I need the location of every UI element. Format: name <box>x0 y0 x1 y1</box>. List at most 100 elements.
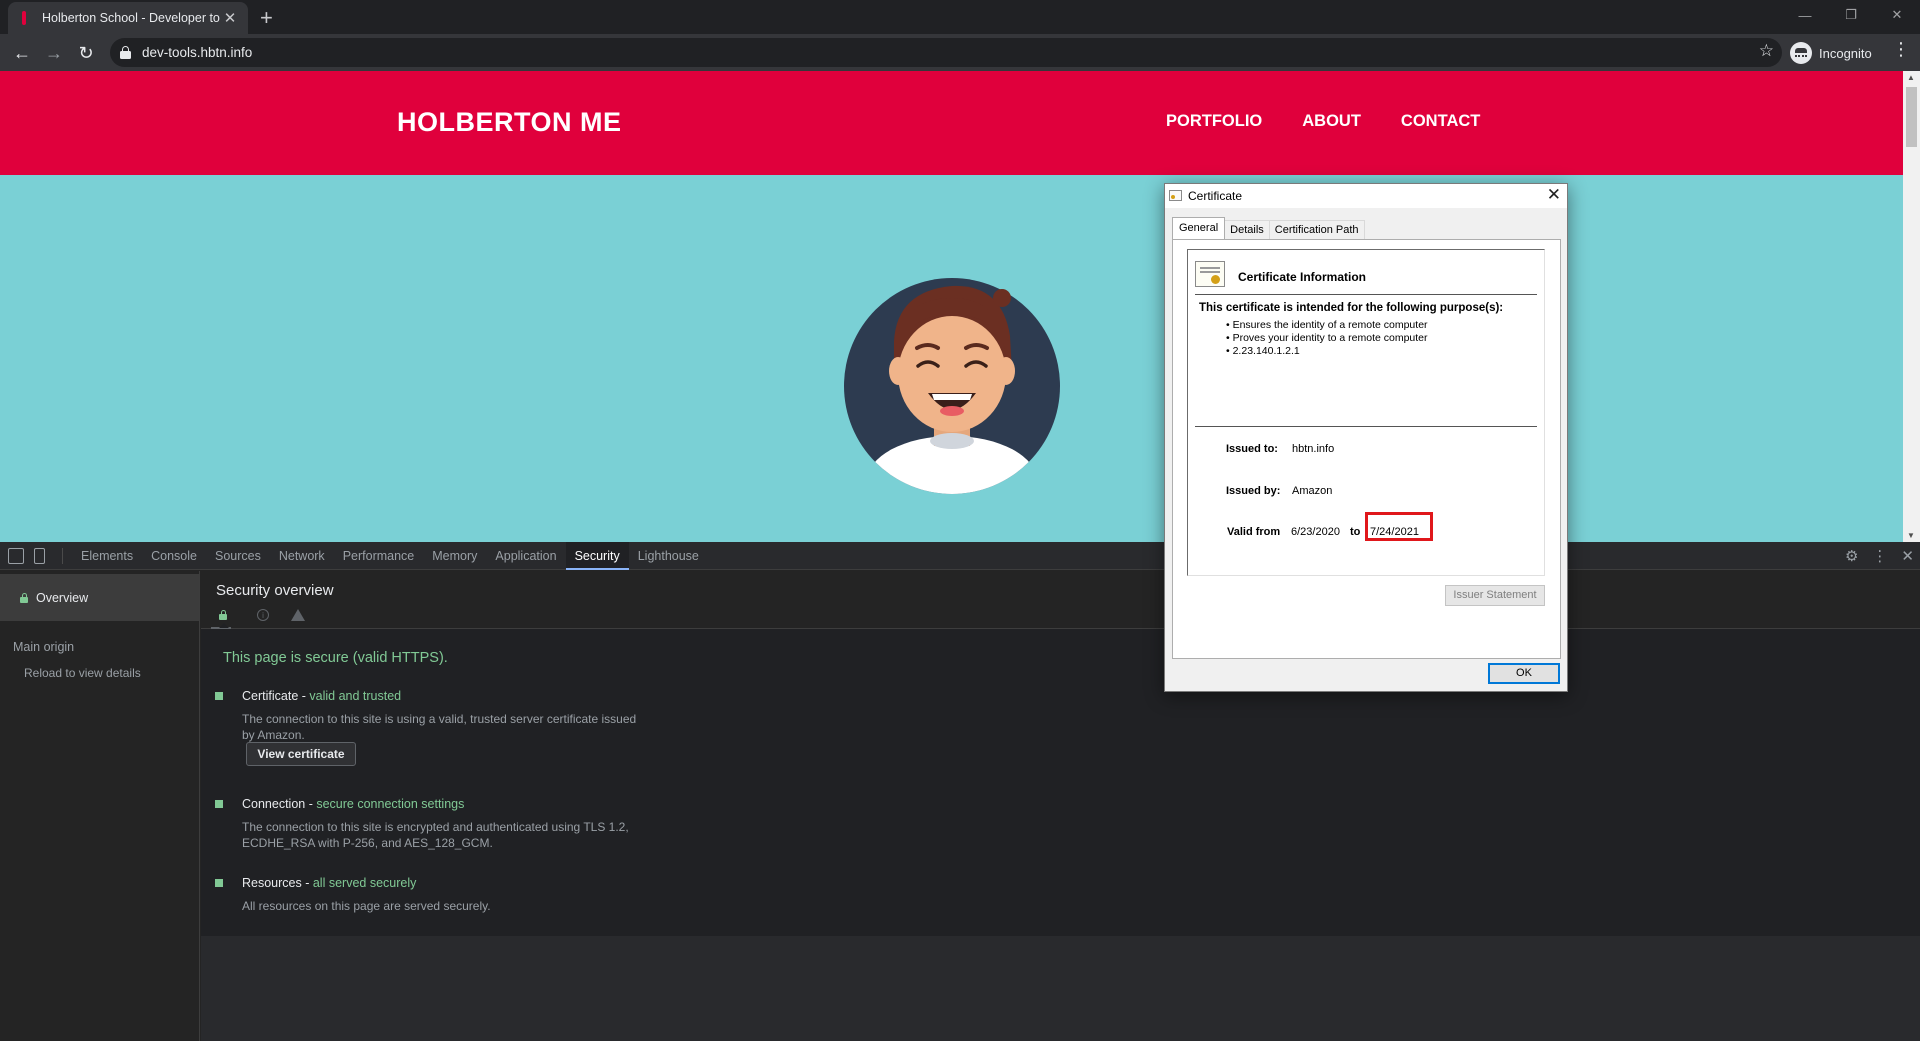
certificate-info-title: Certificate Information <box>1238 270 1367 284</box>
panel-empty-area <box>201 936 1920 1041</box>
tab-details[interactable]: Details <box>1224 220 1270 239</box>
browser-toolbar: ← → ↻ dev-tools.hbtn.info ☆ Incognito ⋮ <box>0 34 1920 71</box>
resources-description: All resources on this page are served se… <box>242 899 491 913</box>
sidebar-item-overview[interactable]: Overview <box>0 574 199 621</box>
tab-memory[interactable]: Memory <box>423 542 486 570</box>
incognito-icon <box>1790 42 1812 64</box>
list-item: • 2.23.140.1.2.1 <box>1226 345 1300 357</box>
certificate-description: The connection to this site is using a v… <box>242 712 637 742</box>
minimize-icon[interactable]: — <box>1782 0 1828 30</box>
page-title: Security overview <box>216 582 334 599</box>
site-nav: PORTFOLIO ABOUT CONTACT <box>1166 112 1480 131</box>
issued-by-label: Issued by: <box>1226 485 1281 497</box>
status-bullet <box>215 879 223 887</box>
tab-sources[interactable]: Sources <box>206 542 270 570</box>
incognito-label: Incognito <box>1819 45 1872 61</box>
security-overview-header: Security overview i <box>201 571 1920 629</box>
valid-from-label: Valid from <box>1227 526 1281 538</box>
settings-gear-icon[interactable]: ⚙ <box>1845 547 1858 565</box>
issuer-statement-button[interactable]: Issuer Statement <box>1445 585 1545 606</box>
list-item: • Proves your identity to a remote compu… <box>1226 332 1428 344</box>
secure-status-message: This page is secure (valid HTTPS). <box>223 650 448 666</box>
secure-lock-icon <box>219 610 227 620</box>
divider <box>1195 294 1537 295</box>
security-overview-panel: Security overview i This page is secure … <box>201 571 1920 1041</box>
view-certificate-button[interactable]: View certificate <box>246 742 356 766</box>
valid-to-label: to <box>1350 526 1361 538</box>
sidebar-item-label: Overview <box>36 590 89 605</box>
tab-certification-path[interactable]: Certification Path <box>1268 220 1365 239</box>
tab-application[interactable]: Application <box>486 542 565 570</box>
issued-to-label: Issued to: <box>1226 443 1278 455</box>
issued-to-value: hbtn.info <box>1292 443 1335 455</box>
nav-about-link[interactable]: ABOUT <box>1302 112 1361 131</box>
lock-icon[interactable] <box>120 46 131 59</box>
forward-arrow-icon[interactable]: → <box>40 39 68 67</box>
status-bullet <box>215 692 223 700</box>
bookmark-star-icon[interactable]: ☆ <box>1759 41 1774 61</box>
web-page: HOLBERTON ME PORTFOLIO ABOUT CONTACT <box>0 71 1903 542</box>
tab-lighthouse[interactable]: Lighthouse <box>629 542 708 570</box>
inspect-element-icon[interactable] <box>8 548 24 564</box>
certificate-heading: Certificate - valid and trusted <box>242 689 402 703</box>
certificate-dialog: Certificate ✕ General Details Certificat… <box>1164 183 1568 692</box>
browser-menu-icon[interactable]: ⋮ <box>1892 39 1910 60</box>
certificate-tabs: General Details Certification Path <box>1172 217 1365 239</box>
tab-close-icon[interactable]: ✕ <box>222 9 238 27</box>
certificate-icon <box>1195 261 1225 287</box>
close-window-icon[interactable]: ✕ <box>1874 0 1920 30</box>
valid-from-value: 6/23/2020 <box>1291 526 1340 538</box>
restore-icon[interactable]: ❐ <box>1828 0 1874 30</box>
nav-contact-link[interactable]: CONTACT <box>1401 112 1480 131</box>
main-origin-heading: Main origin <box>13 640 75 654</box>
profile-avatar <box>842 276 1062 496</box>
devtools-menu-icon[interactable]: ⋮ <box>1872 547 1887 565</box>
reload-icon[interactable]: ↻ <box>72 39 100 67</box>
devtools-panel: Elements Console Sources Network Perform… <box>0 542 1920 1041</box>
reload-to-view-details[interactable]: Reload to view details <box>24 666 141 680</box>
general-tab-panel: Certificate Information This certificate… <box>1172 239 1561 659</box>
toolbar-divider <box>62 548 63 564</box>
security-state-icons: i <box>219 609 305 621</box>
tab-elements[interactable]: Elements <box>72 542 142 570</box>
status-bullet <box>215 800 223 808</box>
warning-icon <box>291 609 305 621</box>
holberton-favicon-icon <box>18 10 30 26</box>
browser-tab[interactable]: Holberton School - Developer to ✕ <box>8 2 248 34</box>
scroll-up-icon[interactable]: ▲ <box>1907 73 1915 82</box>
dialog-title: Certificate <box>1188 189 1243 203</box>
nav-portfolio-link[interactable]: PORTFOLIO <box>1166 112 1262 131</box>
connection-description: The connection to this site is encrypted… <box>242 820 629 850</box>
device-toolbar-icon[interactable] <box>34 548 45 564</box>
tab-performance[interactable]: Performance <box>334 542 424 570</box>
incognito-profile-button[interactable]: Incognito <box>1790 39 1872 67</box>
tab-console[interactable]: Console <box>142 542 206 570</box>
page-scrollbar[interactable]: ▲ ▼ <box>1903 71 1920 542</box>
ok-button[interactable]: OK <box>1488 663 1560 684</box>
tab-security[interactable]: Security <box>565 542 629 570</box>
tab-title: Holberton School - Developer to <box>42 11 220 25</box>
devtools-tabbar: Elements Console Sources Network Perform… <box>0 542 1920 570</box>
close-icon[interactable]: ✕ <box>1547 185 1561 205</box>
valid-to-value: 7/24/2021 <box>1370 526 1419 538</box>
dialog-titlebar: Certificate ✕ <box>1165 184 1567 208</box>
browser-tab-strip: Holberton School - Developer to ✕ + — ❐ … <box>0 0 1920 34</box>
site-header: HOLBERTON ME PORTFOLIO ABOUT CONTACT <box>0 71 1903 175</box>
state-pointer <box>219 623 229 628</box>
back-arrow-icon[interactable]: ← <box>8 39 36 67</box>
site-logo[interactable]: HOLBERTON ME <box>397 107 622 138</box>
window-controls: — ❐ ✕ <box>1782 0 1920 30</box>
connection-heading: Connection - secure connection settings <box>242 797 465 811</box>
address-bar[interactable]: dev-tools.hbtn.info ☆ <box>110 38 1782 67</box>
tab-network[interactable]: Network <box>270 542 334 570</box>
scroll-thumb[interactable] <box>1906 87 1917 147</box>
scroll-down-icon[interactable]: ▼ <box>1907 531 1915 540</box>
new-tab-icon[interactable]: + <box>260 5 273 31</box>
secure-lock-icon <box>20 592 28 603</box>
divider <box>1195 426 1537 427</box>
info-icon: i <box>257 609 269 621</box>
close-devtools-icon[interactable]: ✕ <box>1901 547 1914 565</box>
url-text[interactable]: dev-tools.hbtn.info <box>142 45 252 60</box>
tab-general[interactable]: General <box>1172 217 1226 239</box>
issued-by-value: Amazon <box>1292 485 1333 497</box>
